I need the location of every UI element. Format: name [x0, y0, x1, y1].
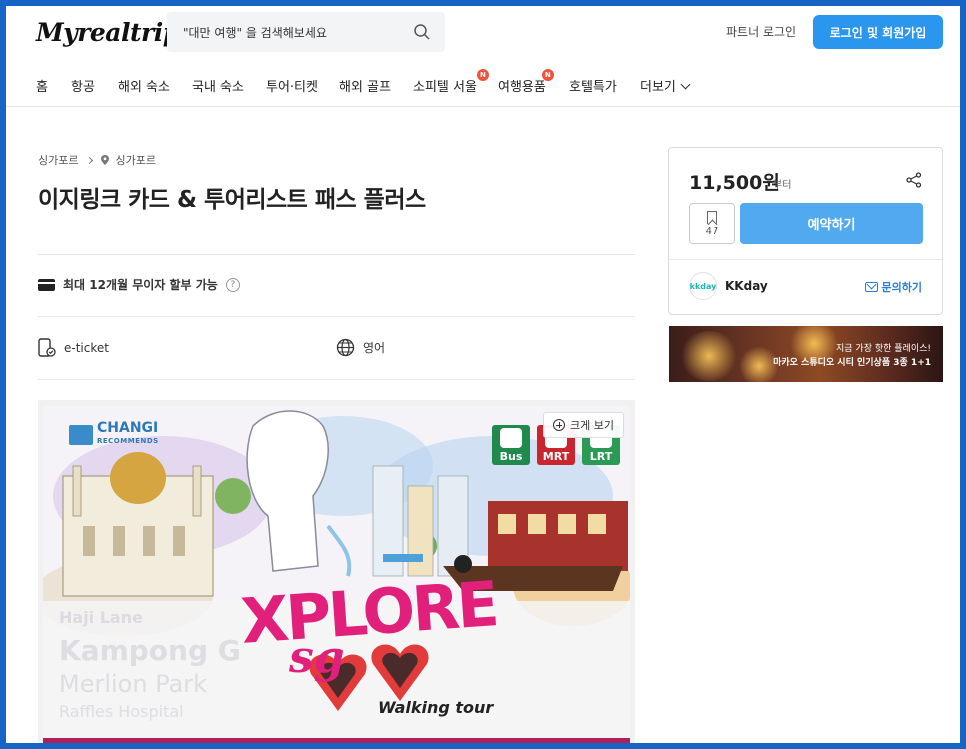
nav-item-golf[interactable]: 해외 골프	[339, 76, 391, 95]
main-nav: 홈 항공 해외 숙소 국내 숙소 투어·티켓 해외 골프 소피텔 서울 N 여행…	[6, 62, 960, 107]
bus-badge: Bus	[492, 425, 530, 465]
help-icon[interactable]: ?	[225, 277, 240, 292]
language-text: 영어	[363, 341, 386, 355]
nav-item-flights[interactable]: 항공	[71, 76, 95, 95]
nav-item-sofitel[interactable]: 소피텔 서울 N	[413, 69, 489, 95]
divider	[669, 259, 942, 260]
reserve-button[interactable]: 예약하기	[740, 203, 923, 244]
nav-item-hotel-deals[interactable]: 호텔특가	[569, 76, 617, 95]
ticket-type-info: e-ticket	[38, 338, 109, 358]
divider	[38, 379, 635, 380]
inquire-button[interactable]: 문의하기	[864, 279, 922, 295]
banner-line-2: 마카오 스튜디오 시티 인기상품 3종 1+1	[773, 358, 931, 368]
image-bottom-strip	[43, 738, 630, 743]
wishlist-button[interactable]: 47	[689, 203, 735, 244]
globe-icon	[336, 338, 355, 357]
chevron-down-icon	[680, 79, 691, 90]
walking-tour-tagline: Walking tour	[378, 698, 494, 717]
language-info: 영어	[336, 338, 385, 357]
booking-card: 11,500원 부터 47 예약하기 kkday KKday 문의하기	[668, 147, 943, 315]
product-image: CHANGI RECOMMENDS Bus MRT LRT Haji Lane …	[43, 406, 630, 743]
seller-logo: kkday	[689, 272, 717, 300]
street-label: Merlion Park	[59, 670, 208, 698]
bus-icon	[500, 428, 522, 448]
seller-name[interactable]: KKday	[725, 279, 768, 293]
search-icon[interactable]	[413, 23, 431, 41]
partner-login-link[interactable]: 파트너 로그인	[726, 23, 796, 40]
breadcrumb: 싱가포르 싱가포르	[38, 152, 156, 168]
promo-banner[interactable]: 지금 가장 핫한 플레이스! 마카오 스튜디오 시티 인기상품 3종 1+1	[669, 326, 943, 382]
page-title: 이지링크 카드 & 투어리스트 패스 플러스	[38, 187, 426, 213]
product-image-gallery[interactable]: CHANGI RECOMMENDS Bus MRT LRT Haji Lane …	[38, 400, 635, 743]
header: Myrealtrip "대만 여행" 을 검색해보세요 파트너 로그인 로그인 …	[6, 6, 960, 62]
page: Myrealtrip "대만 여행" 을 검색해보세요 파트너 로그인 로그인 …	[6, 6, 960, 743]
search-placeholder: "대만 여행" 을 검색해보세요	[183, 26, 327, 40]
installment-text: 최대 12개월 무이자 할부 가능	[63, 278, 218, 292]
new-badge: N	[541, 69, 554, 81]
search-input[interactable]: "대만 여행" 을 검색해보세요	[167, 12, 445, 52]
share-icon[interactable]	[906, 172, 922, 188]
divider	[38, 254, 635, 255]
nav-item-overseas-stay[interactable]: 해외 숙소	[118, 76, 170, 95]
nav-item-tours-tickets[interactable]: 투어·티켓	[266, 76, 318, 95]
login-signup-button[interactable]: 로그인 및 회원가입	[813, 15, 943, 49]
new-badge: N	[476, 69, 489, 81]
banner-line-1: 지금 가장 핫한 플레이스!	[836, 344, 931, 354]
street-label: Kampong G	[59, 634, 241, 667]
bookmark-icon	[707, 210, 717, 224]
chevron-right-icon	[86, 156, 94, 164]
zoom-button[interactable]: 크게 보기	[543, 412, 624, 438]
street-label: Haji Lane	[59, 608, 143, 627]
street-label: Raffles Hospital	[59, 702, 184, 721]
price-suffix: 부터	[773, 180, 792, 191]
logo[interactable]: Myrealtrip	[36, 18, 180, 47]
changi-logo: CHANGI RECOMMENDS	[69, 421, 159, 448]
nav-item-home[interactable]: 홈	[36, 76, 48, 95]
nav-item-more[interactable]: 더보기	[640, 76, 691, 95]
mobile-ticket-icon	[38, 338, 56, 357]
sg-headline: sg	[289, 632, 345, 683]
mail-icon	[864, 282, 878, 292]
changi-logo-mark	[69, 425, 93, 445]
location-pin-icon	[101, 155, 110, 165]
nav-item-domestic-stay[interactable]: 국내 숙소	[192, 76, 244, 95]
credit-card-icon	[38, 278, 55, 291]
ticket-type-text: e-ticket	[64, 341, 109, 355]
installment-info: 최대 12개월 무이자 할부 가능 ?	[38, 276, 240, 293]
nav-item-travel-goods[interactable]: 여행용품 N	[498, 69, 554, 95]
zoom-in-icon	[553, 419, 566, 431]
price: 11,500원	[689, 172, 780, 194]
breadcrumb-city[interactable]: 싱가포르	[115, 152, 155, 168]
divider	[38, 316, 635, 317]
breadcrumb-country[interactable]: 싱가포르	[38, 152, 78, 168]
banner-decoration	[679, 331, 739, 381]
